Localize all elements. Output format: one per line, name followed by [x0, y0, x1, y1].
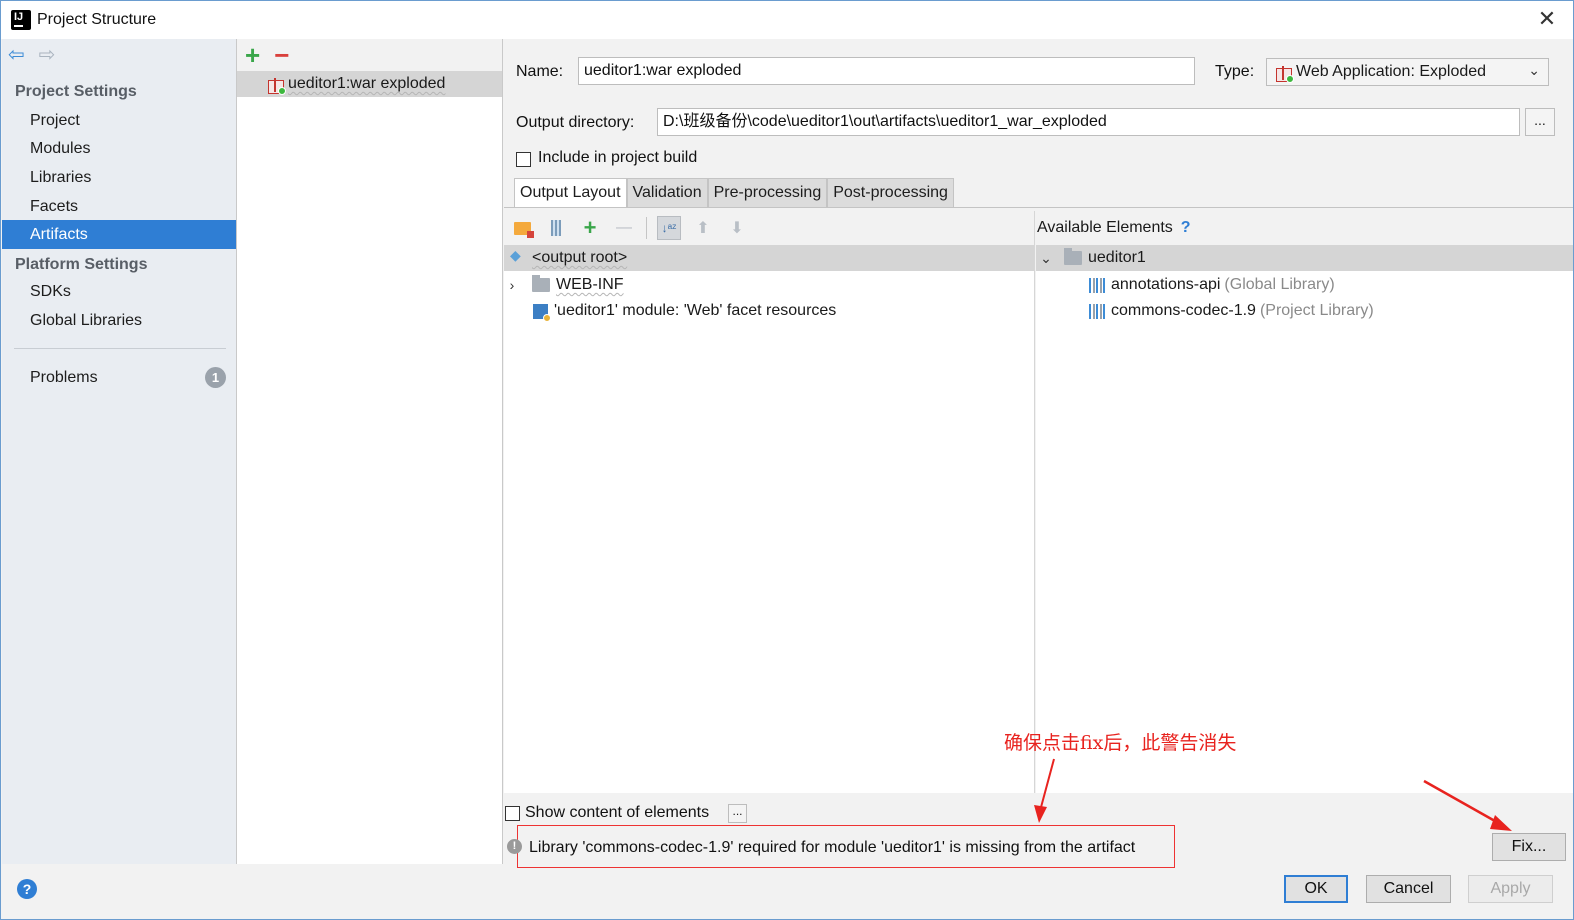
tree-node-web-inf[interactable]: › WEB-INF [504, 272, 1034, 298]
output-directory-label: Output directory: [516, 114, 635, 131]
artifact-list-panel: + − ueditor1:war exploded [237, 39, 503, 864]
tree-node-label: WEB-INF [556, 276, 624, 293]
expand-icon[interactable]: › [504, 277, 520, 293]
sidebar-item-libraries[interactable]: Libraries [2, 163, 236, 192]
help-icon[interactable]: ? [1181, 219, 1191, 237]
section-project-settings: Project Settings [15, 83, 137, 100]
tree-node-facet-resources[interactable]: 'ueditor1' module: 'Web' facet resources [504, 298, 1034, 324]
forward-arrow-icon[interactable]: ⇨ [39, 45, 56, 65]
artifact-list-toolbar: + − [237, 39, 502, 71]
fix-button[interactable]: Fix... [1492, 833, 1566, 861]
apply-button[interactable]: Apply [1468, 875, 1553, 903]
module-resources-icon [533, 303, 551, 322]
back-arrow-icon[interactable]: ⇦ [8, 45, 25, 65]
artifact-tabs: Output Layout Validation Pre-processing … [514, 178, 954, 208]
chevron-down-icon: ⌄ [1528, 62, 1540, 78]
warning-info-icon: ! [507, 839, 522, 854]
show-content-label: Show content of elements [525, 804, 710, 821]
close-icon[interactable]: ✕ [1535, 8, 1559, 32]
available-elements-title: Available Elements [1037, 219, 1173, 236]
library-icon [1089, 277, 1105, 293]
include-in-build-checkbox[interactable] [516, 152, 531, 167]
add-copy-icon[interactable]: + [578, 215, 602, 240]
problems-label: Problems [30, 369, 98, 386]
available-elements-pane: Available Elements ? ⌄ ueditor1 annotati… [1036, 211, 1573, 793]
collapse-icon[interactable]: ⌄ [1038, 250, 1054, 267]
artifact-detail-panel: Name: ueditor1:war exploded Type: Web Ap… [504, 39, 1573, 868]
show-content-checkbox[interactable] [505, 806, 520, 821]
tab-pre-processing[interactable]: Pre-processing [707, 178, 828, 208]
settings-sidebar: ⇦ ⇨ Project Settings Project Modules Lib… [2, 39, 237, 864]
toolbar-separator [646, 217, 647, 239]
ok-button[interactable]: OK [1284, 875, 1348, 903]
sort-elements-icon[interactable]: ↓ᵃᶻ [657, 216, 681, 240]
history-nav: ⇦ ⇨ [8, 45, 56, 65]
war-artifact-icon [1275, 64, 1294, 83]
help-icon[interactable]: ? [17, 879, 37, 899]
tree-node-output-root[interactable]: <output root> [504, 245, 1034, 271]
tab-post-processing[interactable]: Post-processing [827, 178, 954, 208]
library-scope: (Project Library) [1259, 302, 1374, 319]
sidebar-item-sdks[interactable]: SDKs [2, 277, 236, 306]
name-label: Name: [516, 63, 564, 80]
tree-node-label: ueditor1 [1088, 249, 1146, 266]
move-down-icon[interactable]: ⬇ [725, 216, 749, 240]
window-title: Project Structure [37, 11, 157, 28]
tree-node-label: 'ueditor1' module: 'Web' facet resources [554, 302, 837, 319]
output-root-icon [510, 247, 524, 265]
sidebar-item-problems[interactable]: Problems 1 [2, 363, 236, 392]
sidebar-item-facets[interactable]: Facets [2, 192, 236, 221]
tree-node-library[interactable]: annotations-api (Global Library) [1036, 272, 1573, 298]
output-layout-pane: + — ↓ᵃᶻ ⬆ ⬇ <output root> › WEB-INF 'ued… [504, 211, 1035, 793]
annotation-text: 确保点击fix后，此警告消失 [1004, 732, 1237, 754]
section-platform-settings: Platform Settings [15, 256, 148, 273]
remove-artifact-icon[interactable]: − [274, 42, 289, 68]
tree-node-module-ueditor1[interactable]: ⌄ ueditor1 [1036, 245, 1573, 271]
folder-icon [532, 275, 550, 292]
include-in-build-label: Include in project build [538, 149, 698, 166]
intellij-app-icon: IJ [9, 8, 33, 32]
tree-node-label: <output root> [532, 249, 628, 266]
library-scope: (Global Library) [1224, 276, 1335, 293]
war-artifact-icon [267, 76, 286, 95]
artifact-item-label: ueditor1:war exploded [288, 75, 446, 92]
show-content-options-button[interactable]: ... [728, 804, 747, 823]
problems-count-badge: 1 [205, 367, 226, 388]
type-select-value: Web Application: Exploded [1296, 63, 1487, 80]
remove-element-icon[interactable]: — [612, 216, 636, 240]
project-structure-window: IJ Project Structure ✕ ⇦ ⇨ Project Setti… [0, 0, 1574, 920]
tree-node-library[interactable]: commons-codec-1.9 (Project Library) [1036, 298, 1573, 324]
tab-output-layout[interactable]: Output Layout [514, 178, 627, 208]
sidebar-item-global-libraries[interactable]: Global Libraries [2, 306, 236, 335]
available-elements-header: Available Elements ? [1036, 211, 1573, 245]
add-artifact-icon[interactable]: + [245, 42, 260, 68]
browse-output-button[interactable]: ... [1525, 108, 1555, 136]
tab-divider [504, 207, 1573, 208]
title-bar: IJ Project Structure ✕ [1, 1, 1573, 39]
sidebar-item-project[interactable]: Project [2, 106, 236, 135]
tab-validation[interactable]: Validation [626, 178, 708, 208]
output-directory-input[interactable]: D:\班级备份\code\ueditor1\out\artifacts\uedi… [657, 108, 1520, 136]
create-archive-icon[interactable] [544, 216, 568, 240]
type-label: Type: [1215, 63, 1255, 80]
library-icon [1089, 303, 1105, 319]
sidebar-item-modules[interactable]: Modules [2, 134, 236, 163]
create-directory-icon[interactable] [510, 216, 534, 240]
sidebar-divider [14, 348, 226, 349]
sidebar-item-artifacts[interactable]: Artifacts [2, 220, 236, 249]
cancel-button[interactable]: Cancel [1366, 875, 1451, 903]
library-name: annotations-api [1111, 276, 1221, 293]
artifact-list-item[interactable]: ueditor1:war exploded [237, 71, 502, 97]
library-name: commons-codec-1.9 [1111, 302, 1256, 319]
missing-library-warning: Library 'commons-codec-1.9' required for… [529, 839, 1136, 856]
move-up-icon[interactable]: ⬆ [691, 216, 715, 240]
name-input[interactable]: ueditor1:war exploded [578, 57, 1195, 85]
type-select[interactable]: Web Application: Exploded ⌄ [1266, 58, 1549, 86]
output-layout-toolbar: + — ↓ᵃᶻ ⬆ ⬇ [504, 211, 1034, 245]
module-folder-icon [1064, 248, 1082, 265]
